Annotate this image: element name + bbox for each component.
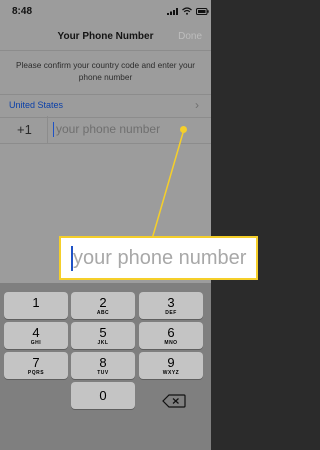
highlight-dot bbox=[180, 126, 187, 133]
callout-line bbox=[151, 130, 185, 240]
magnified-phone-input bbox=[73, 243, 256, 273]
callout-magnified-field bbox=[59, 236, 258, 280]
